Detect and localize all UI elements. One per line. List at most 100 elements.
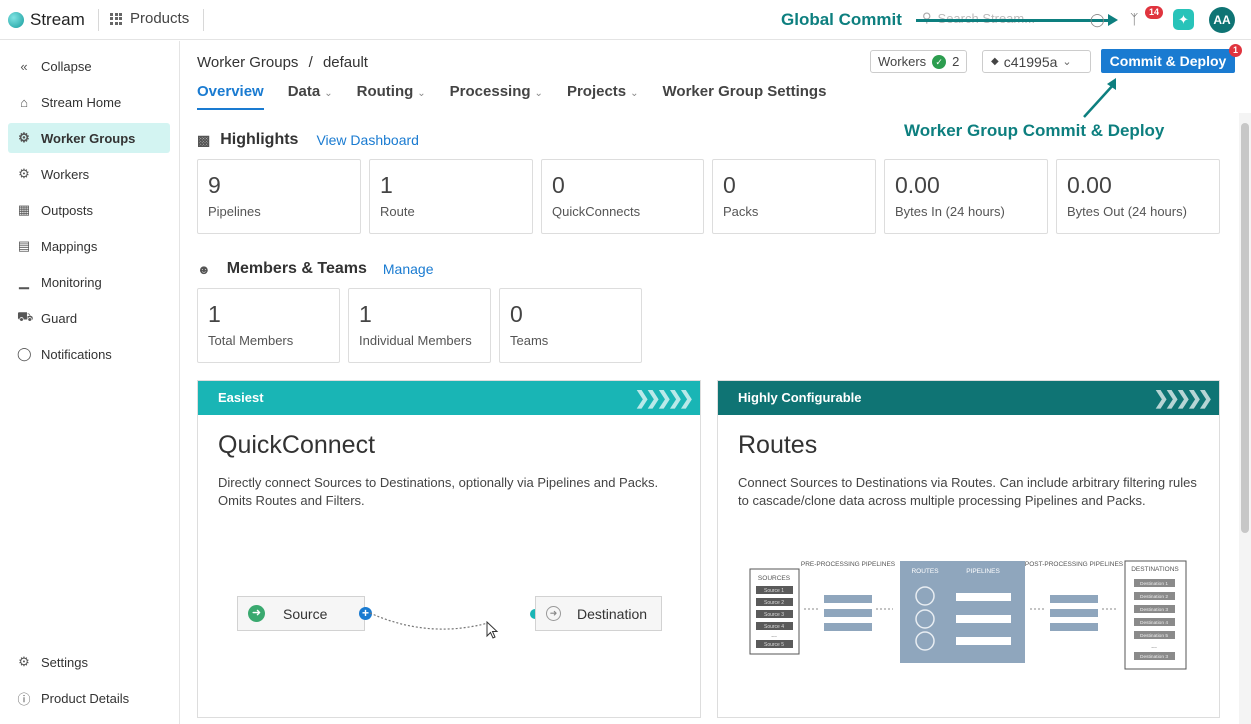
workers-label: Workers — [878, 54, 927, 69]
tab-label: Overview — [197, 83, 264, 100]
outposts-icon: ▦ — [17, 202, 31, 217]
sidebar-item-monitoring[interactable]: ▁ Monitoring — [8, 267, 170, 297]
stat-card-pipelines[interactable]: 9 Pipelines — [197, 159, 361, 234]
book-icon: ▤ — [17, 238, 31, 253]
commit-version-select[interactable]: ◆ c41995a ⌄ — [982, 50, 1091, 73]
tab-label: Processing — [449, 83, 531, 100]
stream-logo-icon — [8, 12, 24, 28]
sidebar-item-stream-home[interactable]: ⌂ Stream Home — [8, 87, 170, 117]
sidebar-item-workers[interactable]: ⚙ Workers — [8, 159, 170, 189]
card-description: Connect Sources to Destinations via Rout… — [738, 475, 1197, 508]
sidebar-item-product-details[interactable]: ⓘ Product Details — [8, 683, 170, 713]
stat-value: 1 — [208, 301, 221, 327]
sidebar-item-collapse[interactable]: « Collapse — [8, 51, 170, 81]
stat-label: Bytes Out (24 hours) — [1067, 204, 1187, 219]
divider — [203, 9, 204, 31]
branch-icon[interactable]: ᛉ — [1130, 11, 1138, 27]
sidebar-item-outposts[interactable]: ▦ Outposts — [8, 195, 170, 225]
tab-routing[interactable]: Routing ⌄ — [357, 83, 426, 110]
sidebar-item-mappings[interactable]: ▤ Mappings — [8, 231, 170, 261]
stat-card-packs[interactable]: 0 Packs — [712, 159, 876, 234]
tab-data[interactable]: Data ⌄ — [288, 83, 333, 110]
stat-card-bytes-in[interactable]: 0.00 Bytes In (24 hours) — [884, 159, 1048, 234]
double-chevron-left-icon: « — [20, 58, 28, 74]
members-header: ☻ Members & Teams Manage — [197, 260, 433, 278]
stat-card-teams[interactable]: 0 Teams — [499, 288, 642, 363]
stat-label: Individual Members — [359, 333, 472, 348]
stat-value: 0.00 — [895, 172, 940, 198]
deploy-badge: 1 — [1229, 44, 1243, 57]
products-menu[interactable]: Products — [110, 10, 189, 27]
tab-projects[interactable]: Projects ⌄ — [567, 83, 639, 110]
view-dashboard-link[interactable]: View Dashboard — [316, 132, 418, 148]
stat-label: Packs — [723, 204, 759, 219]
global-commit-annotation: Global Commit — [781, 10, 902, 29]
workers-count-pill[interactable]: Workers ✓ 2 — [870, 50, 968, 73]
stat-label: Teams — [510, 333, 549, 348]
top-bar: Stream Products ⚲ Search Stream... Globa… — [0, 0, 1251, 40]
destination-ellipsis: ... — [1151, 643, 1157, 650]
sidebar-item-label: Settings — [41, 654, 88, 670]
tab-label: Worker Group Settings — [662, 83, 827, 100]
card-header: Highly Configurable ❯❯❯❯❯ — [718, 381, 1219, 415]
sidebar-item-guard[interactable]: ⛟ Guard — [8, 303, 170, 333]
search-input[interactable]: ⚲ Search Stream... — [922, 10, 1035, 26]
breadcrumb-parent[interactable]: Worker Groups — [197, 54, 298, 71]
quickconnect-card[interactable]: Easiest ❯❯❯❯❯ QuickConnect Directly conn… — [197, 380, 701, 718]
sidebar: « Collapse ⌂ Stream Home ⚙ Worker Groups… — [0, 41, 180, 724]
stat-label: Pipelines — [208, 204, 261, 219]
app-logo[interactable]: Stream — [8, 10, 85, 30]
source-ellipsis: ... — [771, 632, 777, 639]
destination-item: Destination 1 — [1140, 581, 1168, 587]
home-icon: ⌂ — [20, 94, 28, 110]
tab-worker-group-settings[interactable]: Worker Group Settings — [663, 83, 827, 110]
avatar[interactable]: AA — [1209, 7, 1235, 33]
app-name: Stream — [30, 10, 85, 29]
products-label: Products — [130, 10, 190, 27]
stat-card-quickconnects[interactable]: 0 QuickConnects — [541, 159, 704, 234]
destination-label: Destination — [577, 605, 648, 622]
destination-item: Destination 4 — [1140, 620, 1168, 626]
stat-value: 0 — [510, 301, 523, 327]
source-node[interactable]: ➜ Source — [237, 596, 365, 631]
stat-card-total-members[interactable]: 1 Total Members — [197, 288, 340, 363]
stat-card-individual-members[interactable]: 1 Individual Members — [348, 288, 491, 363]
source-arrow-icon: ➜ — [248, 605, 265, 622]
routes-label: ROUTES — [911, 568, 939, 575]
chevrons-icon: ❯❯❯❯❯ — [1153, 388, 1213, 408]
workers-icon: ⚙ — [18, 166, 30, 181]
bell-icon[interactable]: ◯ — [1090, 12, 1105, 28]
commit-deploy-button[interactable]: Commit & Deploy — [1101, 49, 1235, 73]
sidebar-item-label: Monitoring — [41, 274, 102, 290]
check-icon: ✓ — [932, 54, 947, 69]
destination-item: Destination 3 — [1140, 607, 1168, 613]
stat-label: Bytes In (24 hours) — [895, 204, 1005, 219]
card-header: Easiest ❯❯❯❯❯ — [198, 381, 700, 415]
stat-card-route[interactable]: 1 Route — [369, 159, 533, 234]
sidebar-item-worker-groups[interactable]: ⚙ Worker Groups — [8, 123, 170, 153]
tab-processing[interactable]: Processing ⌄ — [450, 83, 543, 110]
manage-link[interactable]: Manage — [383, 261, 434, 277]
scrollbar-thumb[interactable] — [1241, 123, 1249, 533]
chevron-down-icon: ⌄ — [417, 88, 426, 99]
sources-label: SOURCES — [758, 575, 791, 582]
stat-card-bytes-out[interactable]: 0.00 Bytes Out (24 hours) — [1056, 159, 1220, 234]
sidebar-item-notifications[interactable]: ◯ Notifications — [8, 339, 170, 369]
destination-node[interactable]: ➜ Destination — [535, 596, 662, 631]
sidebar-item-label: Guard — [41, 310, 78, 326]
divider — [98, 9, 99, 31]
source-item: Source 3 — [764, 612, 784, 618]
source-label: Source — [283, 605, 328, 622]
routes-card[interactable]: Highly Configurable ❯❯❯❯❯ Routes Connect… — [717, 380, 1220, 718]
chevron-down-icon: ⌄ — [1062, 56, 1072, 68]
destinations-label: DESTINATIONS — [1131, 566, 1179, 573]
scrollbar[interactable] — [1239, 113, 1251, 724]
tab-overview[interactable]: Overview — [197, 83, 264, 110]
destination-item: Destination 3 — [1140, 654, 1168, 660]
card-description: Directly connect Sources to Destinations… — [218, 475, 659, 508]
sidebar-item-label: Collapse — [41, 58, 92, 74]
ai-assistant-icon[interactable]: ✦ — [1173, 9, 1194, 30]
sidebar-item-settings[interactable]: ⚙ Settings — [8, 647, 170, 677]
connection-line — [369, 612, 489, 630]
sidebar-item-label: Worker Groups — [41, 130, 136, 146]
